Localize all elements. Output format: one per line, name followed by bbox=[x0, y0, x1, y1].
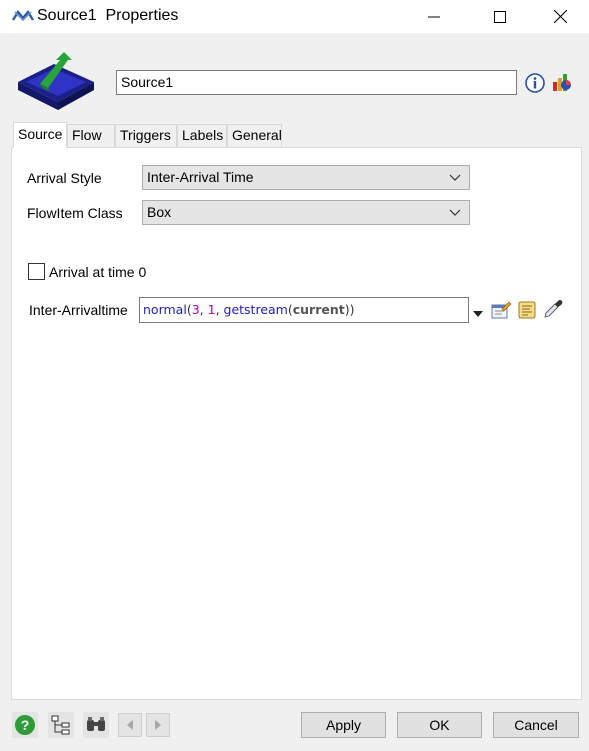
maximize-button[interactable] bbox=[477, 0, 523, 33]
window-title: Source1 Properties bbox=[37, 7, 179, 24]
code-token: 3 bbox=[191, 302, 200, 317]
tab-source[interactable]: Source bbox=[13, 122, 67, 148]
minimize-icon bbox=[428, 16, 440, 17]
info-icon[interactable] bbox=[525, 73, 545, 93]
close-button[interactable] bbox=[537, 0, 583, 33]
flowitem-class-label: FlowItem Class bbox=[27, 205, 123, 221]
eyedropper-icon[interactable] bbox=[542, 298, 564, 320]
dropdown-arrow-icon[interactable] bbox=[473, 305, 483, 317]
inter-arrival-code-field[interactable]: normal(3, 1, getstream(current)) bbox=[139, 297, 469, 323]
flexsim-app-icon bbox=[11, 8, 35, 24]
arrival-style-value: Inter-Arrival Time bbox=[147, 169, 254, 185]
chevron-down-icon bbox=[449, 174, 461, 181]
arrival-style-select[interactable]: Inter-Arrival Time bbox=[142, 165, 470, 190]
inter-arrival-label: Inter-Arrivaltime bbox=[29, 302, 128, 318]
binoculars-icon[interactable] bbox=[83, 712, 109, 738]
tab-general[interactable]: General bbox=[227, 124, 282, 147]
code-token: , bbox=[215, 302, 224, 317]
statistics-chart-icon[interactable] bbox=[551, 71, 573, 93]
code-token: current bbox=[292, 302, 345, 317]
svg-text:?: ? bbox=[21, 717, 30, 733]
tab-labels[interactable]: Labels bbox=[177, 124, 227, 147]
ok-button[interactable]: OK bbox=[397, 712, 482, 738]
tab-flow[interactable]: Flow bbox=[67, 124, 115, 147]
code-token: , bbox=[199, 302, 208, 317]
tab-panel bbox=[11, 147, 582, 700]
flowitem-class-value: Box bbox=[147, 204, 172, 220]
minimize-button[interactable] bbox=[411, 0, 457, 33]
code-token: normal bbox=[143, 302, 187, 317]
chevron-down-icon bbox=[449, 209, 461, 216]
arrival-at-time-zero-checkbox[interactable] bbox=[28, 263, 45, 280]
object-name-input[interactable]: Source1 bbox=[116, 70, 517, 95]
code-script-icon[interactable] bbox=[516, 299, 538, 321]
back-button[interactable] bbox=[118, 713, 142, 737]
tree-view-icon[interactable] bbox=[48, 712, 74, 738]
forward-button[interactable] bbox=[146, 713, 170, 737]
help-icon[interactable]: ? bbox=[12, 712, 38, 738]
forward-arrow-icon bbox=[155, 720, 161, 730]
maximize-icon bbox=[494, 10, 506, 23]
back-arrow-icon bbox=[127, 720, 133, 730]
arrival-style-label: Arrival Style bbox=[27, 170, 102, 186]
arrival-at-time-zero-label: Arrival at time 0 bbox=[49, 264, 147, 280]
cancel-button[interactable]: Cancel bbox=[493, 712, 579, 738]
code-token: 1 bbox=[207, 302, 216, 317]
close-icon bbox=[553, 10, 567, 23]
edit-properties-icon[interactable] bbox=[490, 299, 512, 321]
source-object-icon bbox=[14, 48, 98, 114]
code-token: )) bbox=[344, 302, 355, 317]
flowitem-class-select[interactable]: Box bbox=[142, 200, 470, 225]
apply-button[interactable]: Apply bbox=[301, 712, 386, 738]
code-token: getstream bbox=[223, 302, 288, 317]
tab-triggers[interactable]: Triggers bbox=[115, 124, 177, 147]
